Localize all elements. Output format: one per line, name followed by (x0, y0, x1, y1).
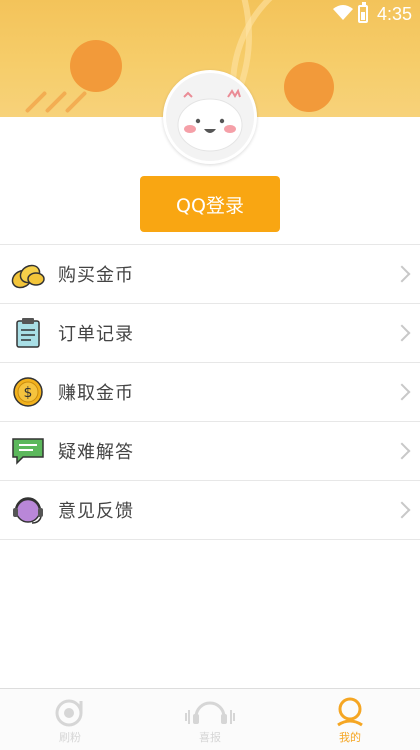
chevron-right-icon (393, 501, 411, 519)
tab-label: 我的 (339, 731, 361, 744)
avatar[interactable] (163, 70, 257, 164)
chevron-right-icon (393, 442, 411, 460)
chat-bubble-icon (10, 433, 46, 469)
menu-item-order-history[interactable]: 订单记录 (0, 303, 420, 362)
settings-menu: 购买金币 订单记录 $ 赚取金币 疑难解答 意见反馈 (0, 244, 420, 540)
chevron-right-icon (393, 324, 411, 342)
tab-xibao[interactable]: 喜报 (140, 689, 280, 750)
menu-item-buy-coins[interactable]: 购买金币 (0, 244, 420, 303)
tab-mine[interactable]: 我的 (280, 689, 420, 750)
qq-login-button[interactable]: QQ登录 (140, 176, 280, 232)
bottom-navigation: 刷粉 喜报 我的 (0, 688, 420, 750)
coins-icon (10, 256, 46, 292)
menu-item-feedback[interactable]: 意见反馈 (0, 480, 420, 540)
headphones-icon (185, 701, 235, 724)
banner-decor-dot (284, 62, 334, 112)
menu-item-label: 疑难解答 (58, 442, 134, 463)
record-icon (55, 699, 83, 727)
wifi-icon (332, 3, 354, 26)
tab-label: 喜报 (199, 731, 221, 744)
battery-icon (358, 2, 368, 23)
menu-item-label: 购买金币 (58, 265, 134, 286)
status-time: 4:35 (376, 4, 412, 24)
menu-item-label: 订单记录 (58, 324, 134, 345)
tab-shuafen[interactable]: 刷粉 (0, 689, 140, 750)
svg-text:$: $ (24, 385, 33, 401)
menu-item-label: 赚取金币 (58, 383, 134, 404)
headset-icon (10, 492, 46, 528)
status-bar: 4:35 (0, 0, 420, 28)
menu-item-label: 意见反馈 (58, 501, 134, 522)
menu-item-faq[interactable]: 疑难解答 (0, 421, 420, 480)
banner-decor-dot (70, 40, 122, 92)
avatar-face-icon (166, 73, 254, 161)
chevron-right-icon (393, 265, 411, 283)
chevron-right-icon (393, 383, 411, 401)
clipboard-icon (10, 315, 46, 351)
dollar-coin-icon: $ (10, 374, 46, 410)
menu-item-earn-coins[interactable]: $ 赚取金币 (0, 362, 420, 421)
tab-label: 刷粉 (59, 731, 81, 744)
user-icon (337, 697, 363, 727)
